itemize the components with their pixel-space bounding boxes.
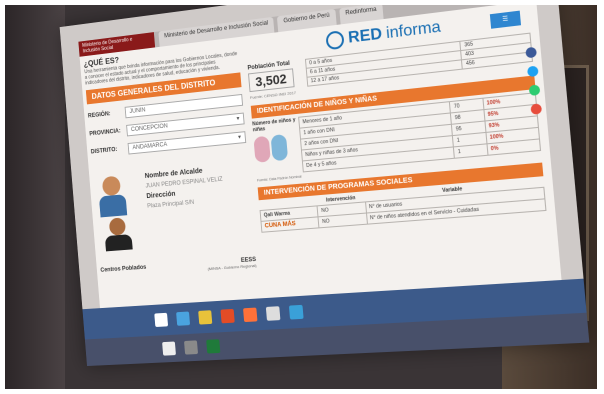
brand-rest: informa	[385, 18, 442, 43]
children-left: Número de niños y niñas	[252, 117, 303, 177]
youtube-icon[interactable]	[530, 103, 543, 115]
mayor-info: Nombre de Alcalde JUAN PEDRO ESPINAL VEL…	[145, 164, 250, 214]
person-body-icon	[98, 194, 128, 218]
webpage: Ministerio de Desarrollo e Inclusión Soc…	[78, 5, 562, 311]
left-column: ¿QUÉ ES? Una herramienta que brinda info…	[83, 41, 247, 158]
population-total: Población Total 3,502	[247, 59, 307, 93]
twitter-icon[interactable]	[526, 65, 539, 78]
district-label: DISTRITO:	[90, 147, 118, 156]
person-head-icon	[101, 175, 122, 197]
browser-tab[interactable]: Redinforma	[339, 5, 384, 25]
trash-icon[interactable]	[184, 340, 199, 355]
browser-tab[interactable]: Gobierno de Perú	[277, 8, 337, 33]
province-value: CONCEPCION	[130, 123, 169, 134]
region-label: REGIÓN:	[87, 111, 111, 120]
projector-screen: Ministerio de Desarrollo e Inclusión Soc…	[59, 5, 590, 367]
babies-illustration	[253, 133, 294, 166]
table-cell: 1	[453, 143, 488, 159]
children-label: Número de niños y niñas	[252, 117, 296, 134]
right-column: RED informa ☰ Población Total 3,502 0 a …	[245, 5, 546, 233]
chevron-down-icon: ▾	[237, 134, 242, 141]
edge-icon[interactable]	[176, 311, 191, 326]
chevron-down-icon: ▾	[236, 115, 240, 123]
folder-icon[interactable]	[198, 310, 213, 325]
person-body-icon	[104, 234, 133, 252]
bottom-left-info: Centros Poblados EESS (MINSA - Gobierno …	[100, 257, 257, 278]
excel-icon[interactable]	[206, 339, 221, 354]
app-icon[interactable]	[265, 306, 281, 321]
brand-red: RED	[347, 25, 383, 47]
province-label: PROVINCIA:	[89, 128, 121, 138]
logo-icon	[325, 30, 346, 51]
region-value: JUNIN	[129, 107, 146, 115]
baby-icon	[253, 135, 271, 163]
windows-icon[interactable]	[162, 341, 176, 356]
chrome-icon[interactable]	[220, 308, 235, 324]
mayor-illustration	[93, 173, 148, 253]
district-value: ANDAMARCA	[132, 142, 168, 152]
photo-frame: Ministerio de Desarrollo e Inclusión Soc…	[5, 5, 597, 389]
app-icon[interactable]	[288, 304, 304, 320]
person-head-icon	[108, 217, 127, 236]
wall-left	[5, 5, 65, 389]
whatsapp-icon[interactable]	[528, 84, 541, 97]
baby-icon	[270, 134, 289, 162]
start-icon[interactable]	[154, 312, 169, 328]
firefox-icon[interactable]	[243, 307, 258, 323]
table-cell: NO	[318, 213, 367, 228]
facebook-icon[interactable]	[525, 46, 537, 59]
district-select[interactable]: ANDAMARCA ▾	[127, 131, 247, 155]
population-value: 3,502	[248, 68, 295, 93]
